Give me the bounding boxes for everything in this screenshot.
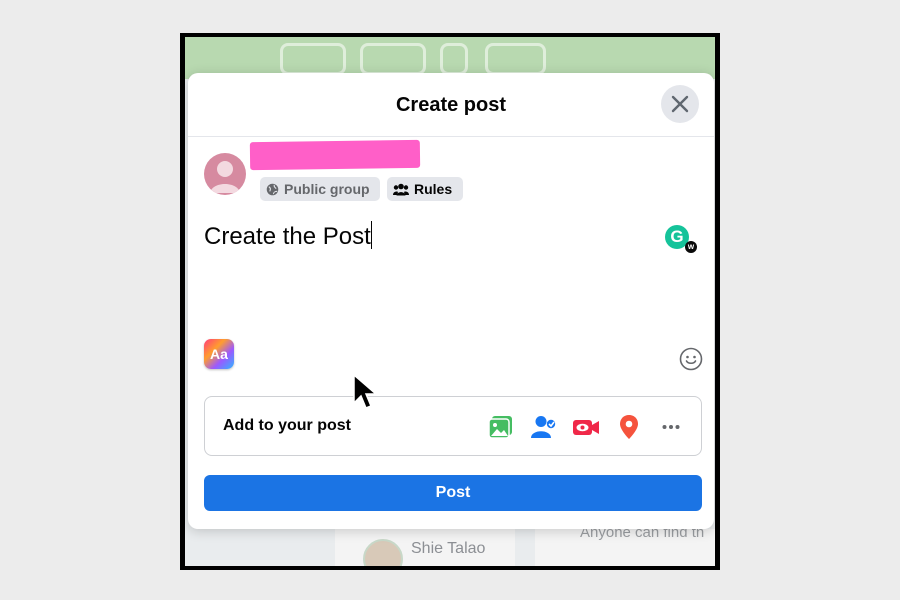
dialog-header: Create post (188, 73, 714, 137)
avatar[interactable] (204, 153, 246, 195)
author-name-redacted (249, 139, 421, 171)
person-icon (210, 161, 240, 193)
add-to-post-bar: Add to your post (204, 396, 702, 456)
live-video-icon (573, 420, 599, 435)
photo-video-button[interactable] (487, 413, 515, 441)
app-screen: Shie Talao Anyone can find th Create pos… (185, 37, 715, 566)
text-format-button[interactable]: Aa (204, 339, 234, 369)
close-icon (671, 95, 689, 113)
post-text-value: Create the Post (204, 223, 371, 250)
location-icon (620, 415, 638, 439)
screenshot-frame: Shie Talao Anyone can find th Create pos… (180, 33, 720, 570)
background-member-name: Shie Talao (411, 540, 486, 557)
add-to-post-label: Add to your post (223, 417, 351, 434)
more-button[interactable] (657, 413, 685, 441)
rules-label: Rules (414, 181, 453, 197)
mouse-cursor-icon (352, 373, 379, 416)
close-button[interactable] (661, 85, 699, 123)
privacy-label: Public group (284, 181, 370, 197)
create-post-dialog: Create post Public group Rules Create th… (188, 73, 714, 529)
background-shape (360, 43, 426, 75)
grammarly-badge: w (685, 241, 697, 253)
post-button[interactable]: Post (204, 475, 702, 511)
rules-button[interactable]: Rules (387, 177, 463, 201)
background-shape (440, 43, 468, 75)
text-caret (370, 221, 372, 249)
post-text-input[interactable]: Create the Post (204, 221, 372, 251)
emoji-button[interactable] (679, 347, 703, 371)
photo-video-icon (488, 416, 512, 439)
globe-icon (266, 183, 279, 196)
tag-people-icon (531, 416, 556, 438)
privacy-selector[interactable]: Public group (260, 177, 380, 201)
tag-people-button[interactable] (530, 413, 558, 441)
more-icon (662, 425, 680, 429)
background-shape (280, 43, 346, 75)
dialog-title: Create post (395, 94, 507, 116)
background-shape (485, 43, 546, 75)
group-icon (393, 183, 409, 196)
live-video-button[interactable] (572, 413, 600, 441)
location-button[interactable] (615, 413, 643, 441)
smiley-icon (679, 347, 703, 371)
